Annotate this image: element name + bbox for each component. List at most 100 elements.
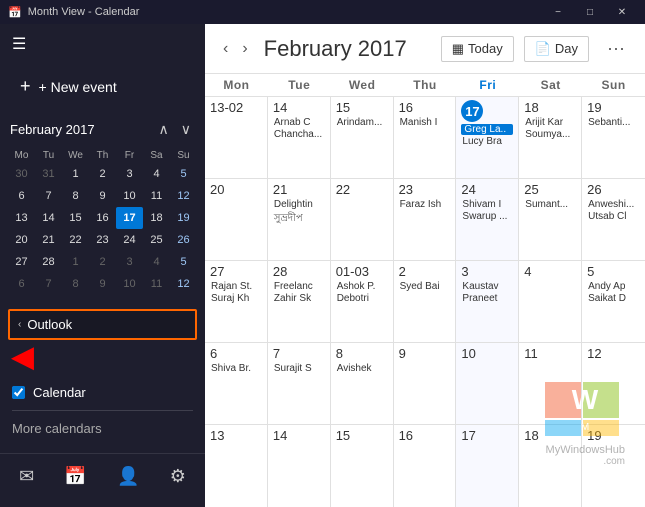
- mini-cal-cell[interactable]: 7: [35, 185, 62, 207]
- calendar-event[interactable]: Sebanti...: [587, 117, 640, 128]
- mini-cal-cell[interactable]: 18: [143, 207, 170, 229]
- hamburger-icon[interactable]: ☰: [12, 34, 26, 54]
- calendar-event[interactable]: Syed Bai: [399, 281, 451, 292]
- mini-cal-cell[interactable]: 13: [8, 207, 35, 229]
- calendar-cell[interactable]: 28FreelancZahir Sk: [268, 261, 331, 342]
- close-button[interactable]: ✕: [607, 3, 637, 21]
- calendar-event[interactable]: Arijit Kar: [524, 117, 576, 128]
- mini-cal-cell[interactable]: 3: [116, 251, 143, 273]
- calendar-cell[interactable]: 16Manish I: [394, 97, 457, 178]
- calendar-cell[interactable]: 12: [582, 343, 645, 424]
- mini-cal-cell[interactable]: 6: [8, 273, 35, 295]
- mini-cal-cell[interactable]: 7: [35, 273, 62, 295]
- settings-icon[interactable]: ⚙: [162, 462, 194, 491]
- calendar-event[interactable]: সুভ্রদীপ: [273, 211, 325, 228]
- calendar-cell[interactable]: 26Anweshi...Utsab Cl: [582, 179, 645, 260]
- mini-cal-cell[interactable]: 2: [89, 251, 116, 273]
- mini-cal-next[interactable]: ∨: [177, 121, 195, 138]
- mini-cal-cell[interactable]: 19: [170, 207, 197, 229]
- calendar-event[interactable]: Surajit S: [273, 363, 325, 374]
- calendar-cell[interactable]: 22: [331, 179, 394, 260]
- mini-cal-cell[interactable]: 21: [35, 229, 62, 251]
- mini-cal-cell[interactable]: 6: [8, 185, 35, 207]
- mini-cal-prev[interactable]: ∧: [155, 121, 173, 138]
- mini-cal-nav[interactable]: ∧ ∨: [155, 121, 196, 138]
- calendar-cell[interactable]: 9: [394, 343, 457, 424]
- mini-cal-cell[interactable]: 12: [170, 273, 197, 295]
- mini-cal-cell[interactable]: 28: [35, 251, 62, 273]
- mini-cal-cell[interactable]: 5: [170, 163, 197, 185]
- minimize-button[interactable]: −: [543, 3, 573, 21]
- calendar-event[interactable]: Arindam...: [336, 117, 388, 128]
- mini-cal-cell[interactable]: 30: [8, 163, 35, 185]
- calendar-cell[interactable]: 11: [519, 343, 582, 424]
- calendar-cell[interactable]: 16: [394, 425, 457, 507]
- calendar-cell[interactable]: 5Andy ApSaikat D: [582, 261, 645, 342]
- calendar-event[interactable]: Ashok P.: [336, 281, 388, 292]
- mini-cal-cell[interactable]: 10: [116, 185, 143, 207]
- calendar-event[interactable]: Arnab C: [273, 117, 325, 128]
- more-calendars-button[interactable]: More calendars: [0, 415, 205, 442]
- mini-cal-cell[interactable]: 31: [35, 163, 62, 185]
- mini-cal-cell[interactable]: 2: [89, 163, 116, 185]
- calendar-event[interactable]: Freelanc: [273, 281, 325, 292]
- mini-cal-cell[interactable]: 9: [89, 185, 116, 207]
- calendar-event[interactable]: Chancha...: [273, 129, 325, 140]
- calendar-icon[interactable]: 📅: [56, 462, 94, 491]
- calendar-cell[interactable]: 6Shiva Br.: [205, 343, 268, 424]
- calendar-event[interactable]: Shivam I: [461, 199, 513, 210]
- calendar-cell[interactable]: 17Greg La..Lucy Bra: [456, 97, 519, 178]
- mini-cal-cell[interactable]: 8: [62, 185, 89, 207]
- calendar-event[interactable]: Debotri: [336, 293, 388, 304]
- outlook-button[interactable]: ‹ Outlook: [8, 309, 197, 340]
- mini-cal-cell[interactable]: 26: [170, 229, 197, 251]
- calendar-cell[interactable]: 2Syed Bai: [394, 261, 457, 342]
- mini-cal-cell[interactable]: 27: [8, 251, 35, 273]
- calendar-cell[interactable]: 01-03Ashok P.Debotri: [331, 261, 394, 342]
- mini-cal-cell[interactable]: 11: [143, 273, 170, 295]
- calendar-event[interactable]: Anweshi...: [587, 199, 640, 210]
- calendar-event[interactable]: Delightin: [273, 199, 325, 210]
- calendar-cell[interactable]: 18Arijit KarSoumya...: [519, 97, 582, 178]
- title-bar-controls[interactable]: − □ ✕: [543, 3, 637, 21]
- calendar-event[interactable]: Rajan St.: [210, 281, 262, 292]
- calendar-event[interactable]: Praneet: [461, 293, 513, 304]
- calendar-cell[interactable]: 23Faraz Ish: [394, 179, 457, 260]
- calendar-cell[interactable]: 14: [268, 425, 331, 507]
- mini-cal-cell[interactable]: 20: [8, 229, 35, 251]
- mini-cal-cell[interactable]: 24: [116, 229, 143, 251]
- mini-cal-cell[interactable]: 11: [143, 185, 170, 207]
- mini-cal-cell[interactable]: 25: [143, 229, 170, 251]
- calendar-cell[interactable]: 24Shivam ISwarup ...: [456, 179, 519, 260]
- calendar-event[interactable]: Andy Ap: [587, 281, 640, 292]
- maximize-button[interactable]: □: [575, 3, 605, 21]
- calendar-cell[interactable]: 20: [205, 179, 268, 260]
- mini-cal-cell[interactable]: 22: [62, 229, 89, 251]
- calendar-event[interactable]: Greg La..: [461, 124, 513, 135]
- calendar-cell[interactable]: 13-02: [205, 97, 268, 178]
- mini-cal-cell[interactable]: 1: [62, 163, 89, 185]
- mini-cal-cell[interactable]: 16: [89, 207, 116, 229]
- mini-cal-cell[interactable]: 3: [116, 163, 143, 185]
- calendar-event[interactable]: Soumya...: [524, 129, 576, 140]
- calendar-cell[interactable]: 15: [331, 425, 394, 507]
- calendar-checkbox[interactable]: [12, 386, 25, 399]
- calendar-cell[interactable]: 3KaustavPraneet: [456, 261, 519, 342]
- nav-arrows[interactable]: ‹ ›: [217, 38, 254, 60]
- calendar-event[interactable]: Suraj Kh: [210, 293, 262, 304]
- mini-cal-cell[interactable]: 9: [89, 273, 116, 295]
- mini-cal-cell[interactable]: 14: [35, 207, 62, 229]
- next-arrow[interactable]: ›: [236, 38, 253, 60]
- today-button[interactable]: ▦ Today: [441, 36, 514, 62]
- calendar-event[interactable]: Utsab Cl: [587, 211, 640, 222]
- calendar-event[interactable]: Lucy Bra: [461, 136, 513, 147]
- calendar-cell[interactable]: 27Rajan St.Suraj Kh: [205, 261, 268, 342]
- calendar-cell[interactable]: 10: [456, 343, 519, 424]
- mini-cal-cell[interactable]: 23: [89, 229, 116, 251]
- calendar-cell[interactable]: 19: [582, 425, 645, 507]
- calendar-event[interactable]: Saikat D: [587, 293, 640, 304]
- mini-cal-cell[interactable]: 1: [62, 251, 89, 273]
- mini-cal-cell[interactable]: 12: [170, 185, 197, 207]
- mini-cal-cell[interactable]: 4: [143, 251, 170, 273]
- calendar-event[interactable]: Swarup ...: [461, 211, 513, 222]
